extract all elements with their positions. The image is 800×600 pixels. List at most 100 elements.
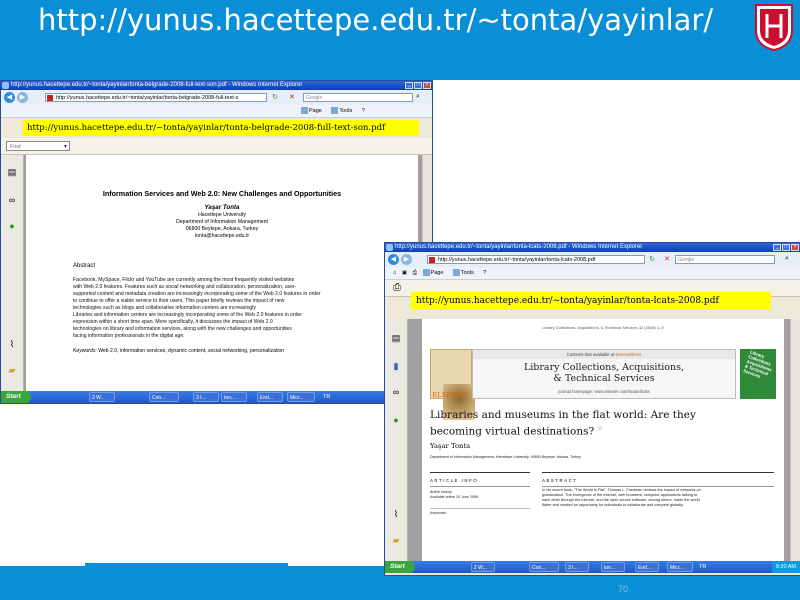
title-footnote-mark[interactable]: ☆ — [597, 425, 602, 432]
refresh-button[interactable]: ↻ — [648, 255, 656, 264]
search-box[interactable]: Google — [675, 255, 775, 264]
divider — [542, 472, 774, 473]
taskbar-item[interactable]: 2 W... — [89, 392, 115, 402]
footer-strip — [85, 563, 288, 567]
keywords-text: Web 2.0, information services, dynamic c… — [98, 348, 285, 354]
taskbar-item[interactable]: 3 I... — [193, 392, 219, 402]
address-bar[interactable]: http://yunus.hacettepe.edu.tr/~tonta/yay… — [45, 93, 267, 102]
start-button[interactable]: Start — [385, 561, 415, 573]
document-area[interactable]: Information Services and Web 2.0: New Ch… — [24, 155, 422, 391]
history-date: Available online 24 June 2008 — [430, 495, 478, 499]
comments-icon[interactable]: ▰ — [7, 365, 17, 375]
start-button[interactable]: Start — [1, 391, 31, 403]
print-icon[interactable]: ⎙ — [413, 267, 417, 279]
taskbar: Start 2 W... Con... 3 I... ton... End...… — [1, 391, 432, 403]
binoculars-icon[interactable]: ∞ — [7, 195, 17, 205]
pdf-page: Information Services and Web 2.0: New Ch… — [26, 155, 418, 391]
tools-icon — [331, 107, 339, 115]
maximize-button[interactable]: □ — [414, 82, 422, 89]
help-icon[interactable]: ? — [483, 267, 486, 279]
cover-text: Library Collections Acquisitions & Techn… — [742, 349, 773, 379]
taskbar-item[interactable]: Con... — [149, 392, 179, 402]
abstract-line: flatter and created an opportunity for i… — [542, 502, 684, 507]
abstract-line: Facebook, MySpace, Flickr and YouTube ar… — [73, 277, 295, 283]
back-button[interactable]: ◀ — [388, 254, 399, 265]
print-icon[interactable]: ⎙ — [393, 282, 401, 293]
tools-menu[interactable]: Tools — [339, 105, 352, 117]
window-titlebar: http://yunus.hacettepe.edu.tr/~tonta/yay… — [1, 81, 432, 90]
page-menu[interactable]: Page — [431, 267, 444, 279]
taskbar-item[interactable]: ton... — [221, 392, 247, 402]
taskbar-item[interactable]: Con... — [529, 562, 559, 572]
system-tray: 8:20 AM — [771, 561, 800, 573]
close-button[interactable]: × — [423, 82, 431, 89]
stop-button[interactable]: ✕ — [663, 255, 671, 264]
search-icon[interactable]: ⌕ — [785, 255, 789, 263]
minimize-button[interactable]: _ — [773, 244, 781, 251]
page-menu[interactable]: Page — [309, 105, 322, 117]
taskbar-item[interactable]: ton... — [601, 562, 625, 572]
keywords-label: Keywords: — [73, 348, 97, 354]
close-button[interactable]: × — [791, 244, 799, 251]
page-icon — [422, 269, 430, 277]
help-icon[interactable]: ● — [391, 415, 401, 425]
pdf-toolbar: Find ▾ — [1, 138, 432, 155]
home-icon[interactable]: ⌂ — [393, 267, 396, 279]
divider — [430, 486, 530, 487]
help-icon[interactable]: ? — [362, 105, 365, 117]
vertical-scrollbar[interactable] — [790, 319, 800, 561]
language-indicator[interactable]: TR — [699, 561, 706, 573]
abstract-line: supported content and metadata creation … — [73, 291, 321, 297]
taskbar-item[interactable]: 2 W... — [471, 562, 495, 572]
sciencedirect-link[interactable]: ScienceDirect — [615, 352, 641, 357]
article-title-text: Libraries and museums in the flat world:… — [430, 409, 696, 438]
taskbar-item[interactable]: Micr... — [287, 392, 315, 402]
forward-button[interactable]: ▶ — [401, 254, 412, 265]
paper-author: Yaşar Tonta — [204, 204, 240, 211]
pages-icon[interactable]: ▤ — [391, 333, 401, 343]
refresh-button[interactable]: ↻ — [271, 93, 279, 102]
command-bar: Page Tools ? — [1, 105, 432, 118]
taskbar-item[interactable]: End... — [257, 392, 283, 402]
abstract-text: In his recent book, "The World is Flat",… — [542, 488, 774, 508]
contents-line: Contents lists available at ScienceDirec… — [473, 350, 735, 359]
taskbar-item[interactable]: 3 I... — [565, 562, 589, 572]
address-bar[interactable]: http://yunus.hacettepe.edu.tr/~tonta/yay… — [427, 255, 645, 264]
binoculars-icon[interactable]: ∞ — [391, 387, 401, 397]
tools-menu[interactable]: Tools — [461, 267, 474, 279]
taskbar-item[interactable]: End... — [635, 562, 659, 572]
back-button[interactable]: ◀ — [4, 92, 15, 103]
paperclip-icon[interactable]: ⌇ — [7, 339, 17, 349]
paper-title: Information Services and Web 2.0: New Ch… — [102, 189, 342, 198]
stop-button[interactable]: ✕ — [288, 93, 296, 102]
page-number: 70 — [618, 584, 629, 594]
pdf-icon — [429, 257, 435, 263]
maximize-button[interactable]: □ — [782, 244, 790, 251]
search-box[interactable]: Google — [303, 93, 413, 102]
chevron-down-icon[interactable]: ▾ — [64, 143, 67, 150]
help-icon[interactable]: ● — [7, 221, 17, 231]
journal-title: Library Collections, Acquisitions, & Tec… — [473, 362, 735, 384]
window-titlebar: http://yunus.hacettepe.edu.tr/~tonta/yay… — [385, 243, 800, 252]
abstract-line: to continue to offer a viable service to… — [73, 298, 285, 304]
abstract-label: ABSTRACT — [542, 478, 578, 483]
clock: 8:20 AM — [775, 564, 796, 570]
document-area[interactable]: Library Collections, Acquisitions, & Tec… — [408, 319, 790, 561]
tools-icon — [452, 269, 460, 277]
search-icon[interactable]: ⌕ — [416, 93, 420, 101]
taskbar-item[interactable]: Micr... — [667, 562, 693, 572]
forward-button[interactable]: ▶ — [17, 92, 28, 103]
minimize-button[interactable]: _ — [405, 82, 413, 89]
abstract-line: technologies on library and information … — [73, 326, 292, 332]
abstract-line: facing information professionals in the … — [73, 333, 185, 339]
paperclip-icon[interactable]: ⌇ — [391, 509, 401, 519]
address-text: http://yunus.hacettepe.edu.tr/~tonta/yay… — [438, 257, 596, 263]
window-title: http://yunus.hacettepe.edu.tr/~tonta/yay… — [395, 244, 643, 250]
comments-icon[interactable]: ▰ — [391, 535, 401, 545]
find-input[interactable]: Find — [6, 141, 70, 151]
bookmarks-icon[interactable]: ▮ — [391, 361, 401, 371]
language-indicator[interactable]: TR — [323, 391, 330, 403]
ie-icon — [386, 244, 393, 251]
feeds-icon[interactable]: ▣ — [402, 267, 407, 279]
pages-icon[interactable]: ▤ — [7, 167, 17, 177]
